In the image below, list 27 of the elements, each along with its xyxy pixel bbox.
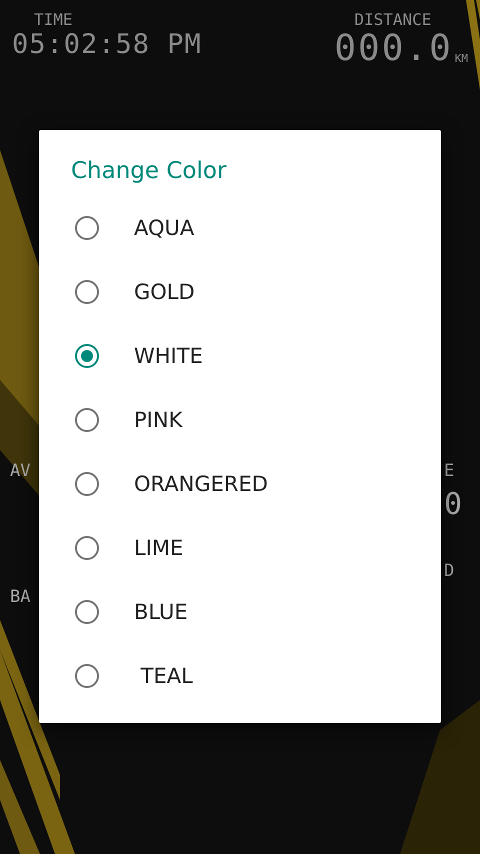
radio-button[interactable] bbox=[75, 344, 99, 368]
dialog-title: Change Color bbox=[71, 158, 228, 184]
time-label: TIME bbox=[34, 10, 73, 29]
distance-display: 000.0 bbox=[334, 29, 453, 69]
radio-button[interactable] bbox=[75, 472, 99, 496]
option-label[interactable]: AQUA bbox=[134, 216, 194, 240]
radio-button[interactable] bbox=[75, 536, 99, 560]
dashboard-label: AV bbox=[10, 460, 30, 482]
option-label[interactable]: BLUE bbox=[134, 600, 188, 624]
dashboard-label: D bbox=[444, 560, 456, 582]
dashboard-label: BA bbox=[10, 586, 30, 608]
option-label[interactable]: PINK bbox=[134, 408, 182, 432]
radio-button[interactable] bbox=[75, 216, 99, 240]
option-label[interactable]: LIME bbox=[134, 536, 184, 560]
option-label[interactable]: GOLD bbox=[134, 280, 195, 304]
radio-button[interactable] bbox=[75, 280, 99, 304]
radio-button[interactable] bbox=[75, 664, 99, 688]
distance-unit: KM bbox=[454, 52, 468, 65]
distance-label: DISTANCE bbox=[354, 10, 432, 29]
radio-button[interactable] bbox=[75, 408, 99, 432]
time-display: 05:02:58 PM bbox=[12, 29, 202, 60]
dashboard-label: E bbox=[444, 460, 456, 482]
option-label[interactable]: WHITE bbox=[134, 344, 203, 368]
option-label[interactable]: ORANGERED bbox=[134, 472, 268, 496]
dashboard-label: 0 bbox=[444, 494, 462, 516]
option-label[interactable]: TEAL bbox=[134, 664, 193, 688]
radio-button[interactable] bbox=[75, 600, 99, 624]
